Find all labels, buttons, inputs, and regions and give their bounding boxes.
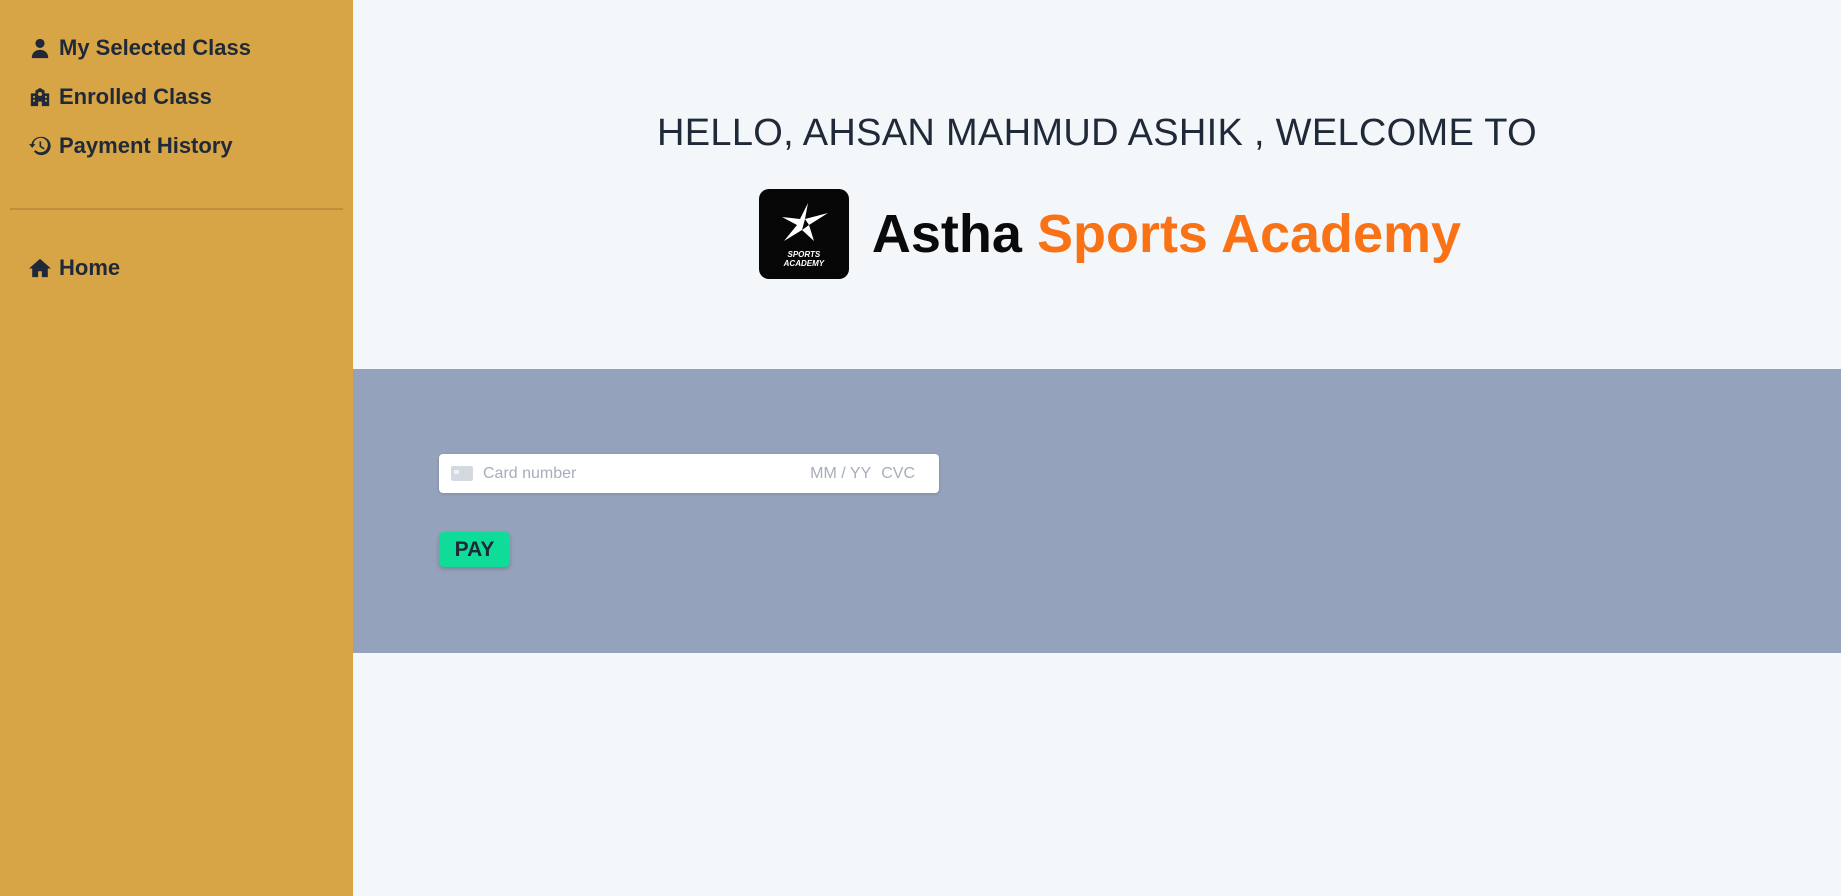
sidebar-item-my-selected-class[interactable]: My Selected Class bbox=[0, 26, 353, 70]
sidebar-item-home[interactable]: Home bbox=[0, 246, 353, 290]
payment-section: Card number MM / YY CVC PAY bbox=[353, 369, 1841, 653]
main-content: HELLO, AHSAN MAHMUD ASHIK , WELCOME TO S… bbox=[353, 0, 1841, 896]
academy-name: Astha Sports Academy bbox=[872, 203, 1461, 265]
sidebar-divider bbox=[10, 208, 343, 210]
history-icon bbox=[29, 135, 51, 157]
sidebar-item-label: Enrolled Class bbox=[59, 84, 212, 109]
brand: SPORTS ACADEMY Astha Sports Academy bbox=[353, 189, 1841, 279]
star-icon bbox=[781, 202, 828, 241]
sidebar: My Selected Class Enrolled Class Payment… bbox=[0, 0, 353, 896]
welcome-heading: HELLO, AHSAN MAHMUD ASHIK , WELCOME TO bbox=[657, 112, 1537, 154]
card-number-field[interactable]: Card number bbox=[483, 465, 810, 483]
sidebar-item-label: Home bbox=[59, 255, 121, 280]
card-input[interactable]: Card number MM / YY CVC bbox=[439, 454, 939, 493]
sidebar-item-payment-history[interactable]: Payment History bbox=[0, 124, 353, 168]
card-cvc-field[interactable]: CVC bbox=[881, 465, 915, 483]
dashboard-layout: My Selected Class Enrolled Class Payment… bbox=[0, 0, 1841, 896]
home-icon bbox=[29, 257, 51, 279]
sidebar-item-label: Payment History bbox=[59, 133, 233, 158]
sidebar-item-label: My Selected Class bbox=[59, 35, 251, 60]
academy-name-primary: Astha bbox=[871, 204, 1022, 264]
academy-logo: SPORTS ACADEMY bbox=[758, 189, 849, 279]
logo-text: SPORTS ACADEMY bbox=[783, 249, 825, 268]
school-icon bbox=[29, 86, 51, 108]
card-expiry-field[interactable]: MM / YY bbox=[810, 465, 871, 483]
credit-card-icon bbox=[451, 466, 473, 481]
sidebar-item-enrolled-class[interactable]: Enrolled Class bbox=[0, 75, 353, 119]
academy-name-accent: Sports Academy bbox=[1036, 204, 1462, 264]
pay-button[interactable]: PAY bbox=[439, 532, 510, 567]
user-icon bbox=[29, 37, 51, 59]
